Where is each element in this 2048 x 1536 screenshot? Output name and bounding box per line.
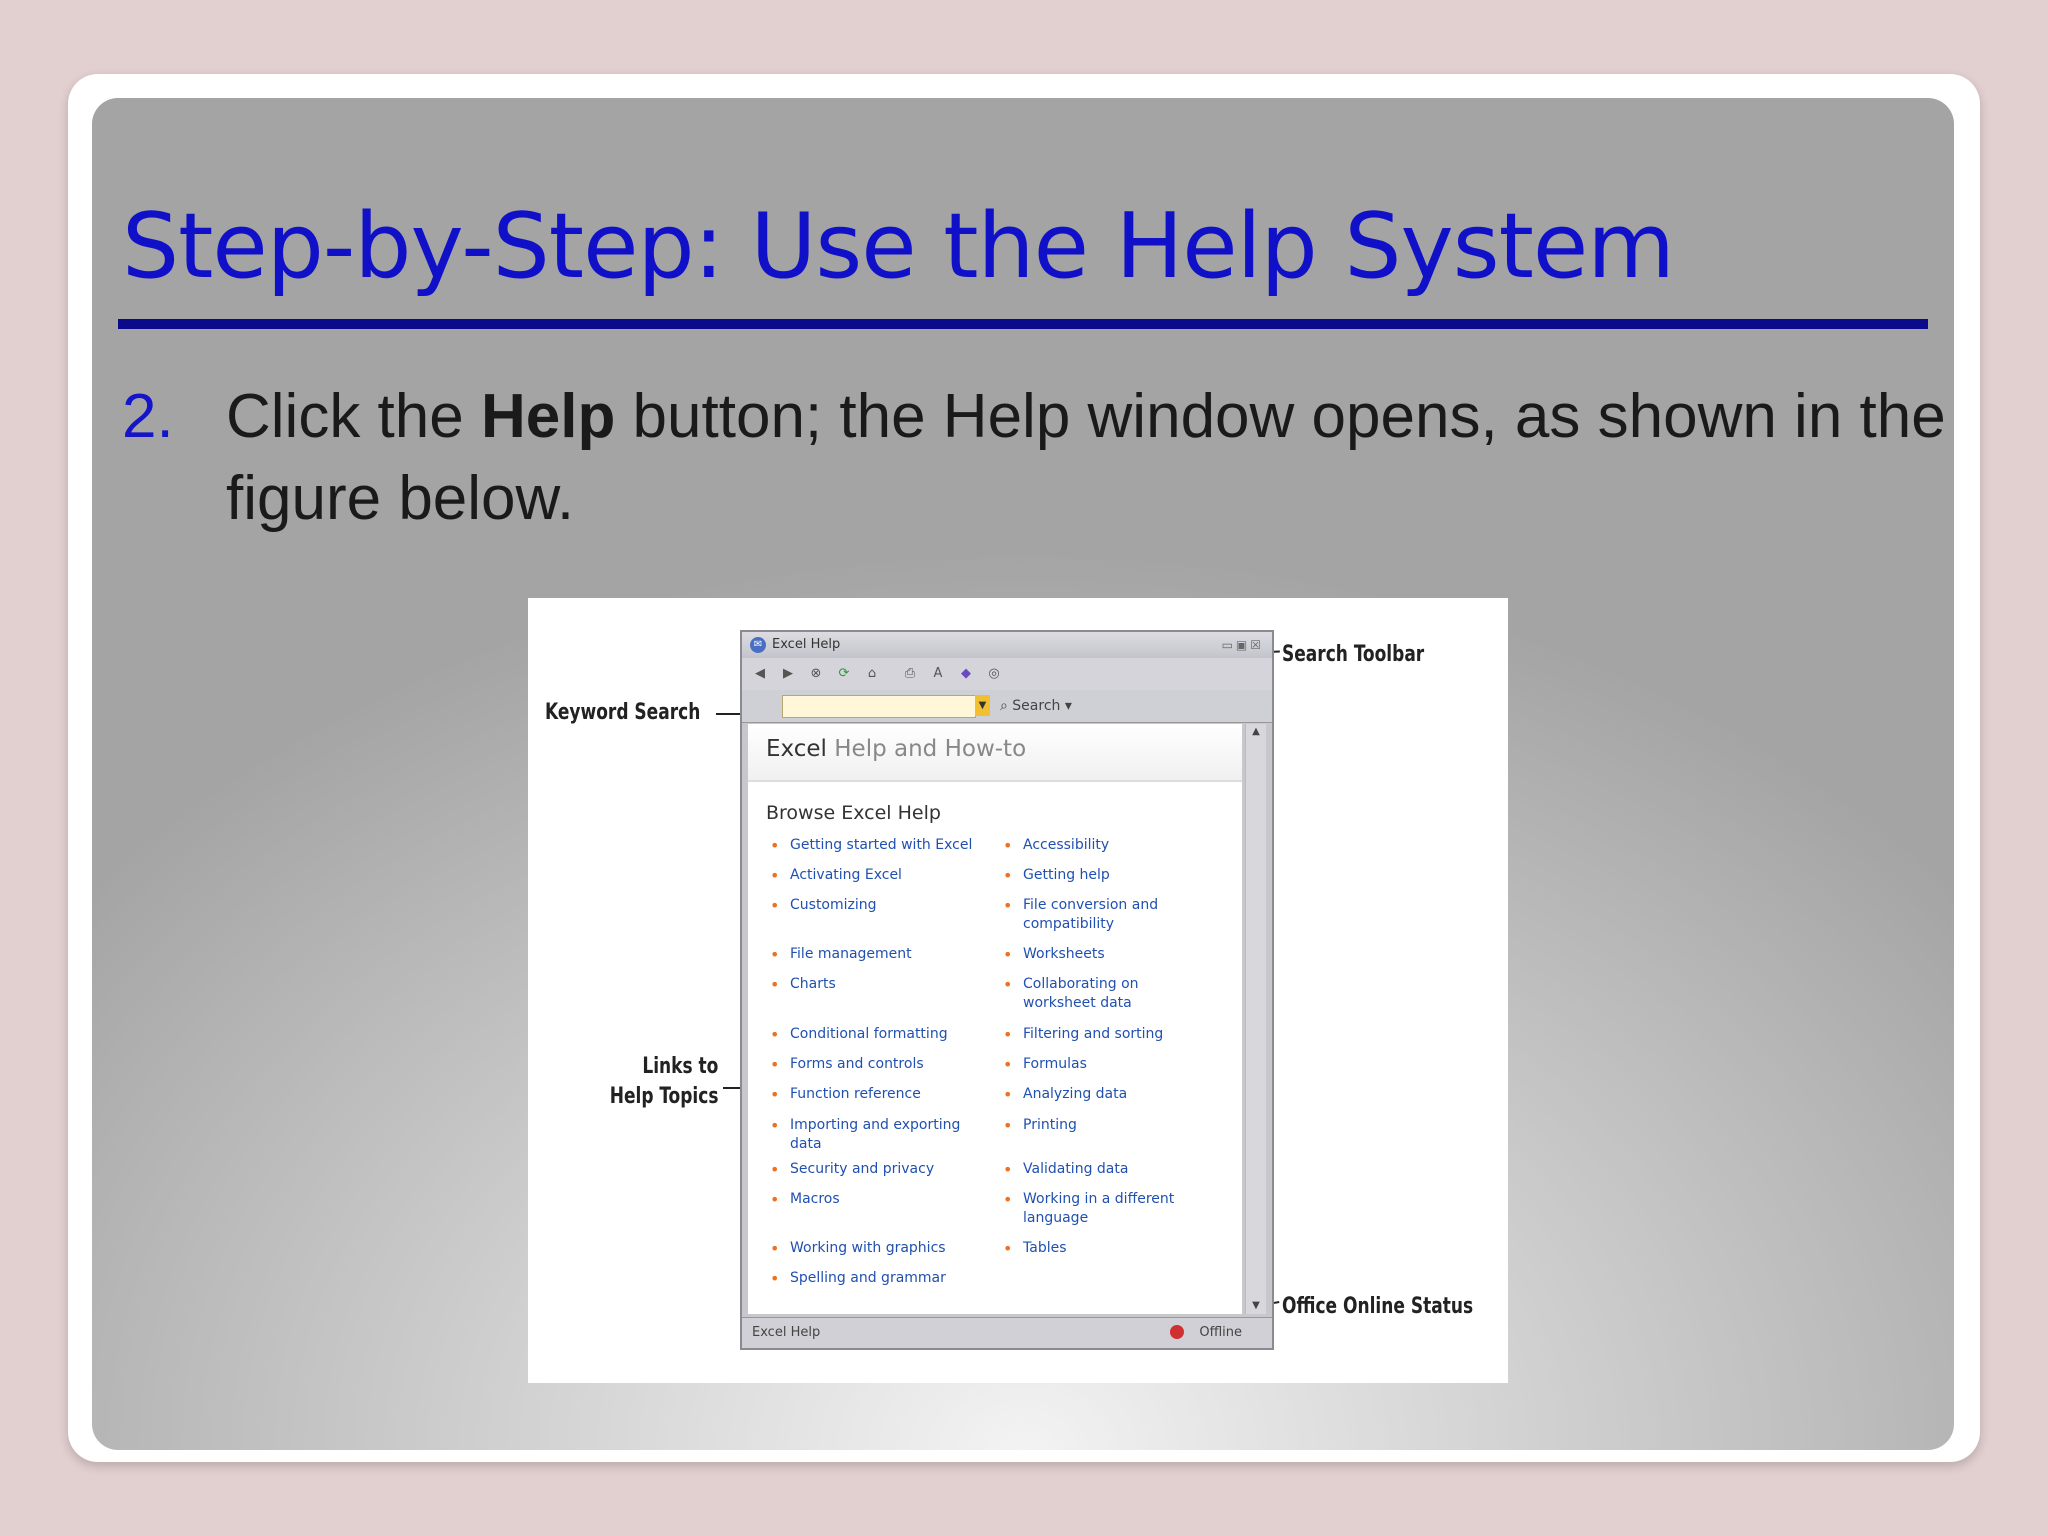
help-link[interactable]: File conversion and compatibility xyxy=(1003,896,1163,934)
title-underline xyxy=(118,319,1928,329)
header-help-how-to: Help and How-to xyxy=(826,736,1027,762)
help-link[interactable]: Importing and exporting data xyxy=(770,1116,965,1154)
scroll-down-icon[interactable]: ▼ xyxy=(1246,1298,1266,1314)
step-number: 2. xyxy=(122,382,174,451)
help-link[interactable]: Accessibility xyxy=(1003,836,1223,855)
help-link[interactable]: Filtering and sorting xyxy=(1003,1025,1223,1044)
slide: Step-by-Step: Use the Help System 2. Cli… xyxy=(92,98,1954,1450)
help-link[interactable]: Tables xyxy=(1003,1239,1223,1258)
help-link[interactable]: Working with graphics xyxy=(770,1239,990,1258)
help-link[interactable]: Security and privacy xyxy=(770,1160,990,1179)
callout-keyword-search: Keyword Search xyxy=(545,700,701,725)
scroll-up-icon[interactable]: ▲ xyxy=(1246,724,1266,740)
help-link[interactable]: Forms and controls xyxy=(770,1055,990,1074)
forward-icon[interactable]: ▶ xyxy=(780,666,796,682)
help-link[interactable]: Worksheets xyxy=(1003,945,1223,964)
header-excel: Excel xyxy=(766,736,827,762)
callout-links-line1: Links to xyxy=(641,1054,718,1079)
print-icon[interactable]: ⎙ xyxy=(902,666,918,682)
status-offline[interactable]: Offline xyxy=(1199,1325,1242,1340)
help-link[interactable]: Formulas xyxy=(1003,1055,1223,1074)
help-link[interactable]: Printing xyxy=(1003,1116,1223,1135)
help-scrollbar[interactable]: ▲ ▼ xyxy=(1245,724,1266,1314)
browse-heading: Browse Excel Help xyxy=(766,802,941,824)
search-dropdown-arrow-icon[interactable]: ▼ xyxy=(975,695,990,716)
home-icon[interactable]: ⌂ xyxy=(864,666,880,682)
search-button-label: Search xyxy=(1012,698,1061,714)
callout-search-toolbar: Search Toolbar xyxy=(1282,642,1425,667)
excel-help-window: ✉ Excel Help ▭▣☒ ◀ ▶ ⊗ ⟳ ⌂ ⎙ A ◆ ◎ ▼ ⌕ S… xyxy=(740,630,1274,1350)
help-link[interactable]: File management xyxy=(770,945,990,964)
help-header-title: Excel Help and How-to xyxy=(766,736,1026,762)
slide-title: Step-by-Step: Use the Help System xyxy=(122,194,1675,299)
back-icon[interactable]: ◀ xyxy=(752,666,768,682)
help-link[interactable]: Customizing xyxy=(770,896,990,915)
help-toolbar: ◀ ▶ ⊗ ⟳ ⌂ ⎙ A ◆ ◎ xyxy=(742,658,1272,691)
help-link[interactable]: Spelling and grammar xyxy=(770,1269,990,1288)
toc-book-icon[interactable]: ◆ xyxy=(958,666,974,682)
keep-on-top-icon[interactable]: ◎ xyxy=(986,666,1002,682)
office-online-status-icon xyxy=(1170,1325,1184,1339)
help-link[interactable]: Validating data xyxy=(1003,1160,1223,1179)
search-button[interactable]: ⌕ Search ▾ xyxy=(1000,698,1072,714)
help-link[interactable]: Working in a different language xyxy=(1003,1190,1183,1228)
help-link[interactable]: Macros xyxy=(770,1190,990,1209)
step-text: Click the Help button; the Help window o… xyxy=(226,376,1946,540)
help-content-header: Excel Help and How-to xyxy=(748,724,1242,782)
help-link[interactable]: Collaborating on worksheet data xyxy=(1003,975,1143,1013)
refresh-icon[interactable]: ⟳ xyxy=(836,666,852,682)
status-excel-help: Excel Help xyxy=(752,1325,821,1340)
search-bar: ▼ ⌕ Search ▾ xyxy=(742,690,1272,723)
keyword-search-input[interactable] xyxy=(782,695,976,718)
window-controls[interactable]: ▭▣☒ xyxy=(1222,638,1264,652)
slide-frame: Step-by-Step: Use the Help System 2. Cli… xyxy=(68,74,1980,1462)
help-content: Excel Help and How-to Browse Excel Help … xyxy=(748,724,1242,1314)
help-window-title: Excel Help xyxy=(772,637,841,652)
help-link[interactable]: Activating Excel xyxy=(770,866,990,885)
callout-links-line2: Help Topics xyxy=(609,1084,718,1109)
help-link[interactable]: Getting help xyxy=(1003,866,1223,885)
help-status-bar: Excel Help Offline xyxy=(742,1317,1272,1348)
font-size-icon[interactable]: A xyxy=(930,666,946,682)
stop-icon[interactable]: ⊗ xyxy=(808,666,824,682)
help-link[interactable]: Getting started with Excel xyxy=(770,836,990,855)
help-link[interactable]: Analyzing data xyxy=(1003,1085,1223,1104)
step-text-before: Click the xyxy=(226,382,481,451)
help-title-bar: ✉ Excel Help ▭▣☒ xyxy=(742,632,1272,658)
help-window-figure: Search Toolbar Keyword Search Links to H… xyxy=(528,598,1508,1383)
office-logo-icon: ✉ xyxy=(750,637,766,653)
callout-office-online-status: Office Online Status xyxy=(1282,1294,1474,1319)
help-link[interactable]: Conditional formatting xyxy=(770,1025,990,1044)
help-emphasis: Help xyxy=(480,382,616,451)
help-link[interactable]: Charts xyxy=(770,975,990,994)
help-link[interactable]: Function reference xyxy=(770,1085,990,1104)
